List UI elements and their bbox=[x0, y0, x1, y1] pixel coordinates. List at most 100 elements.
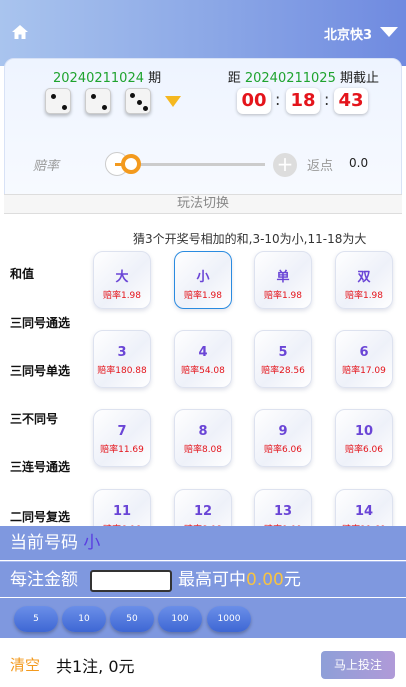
draw-info-card: 20240211024 期 距 20240211025 期截止 00 : 18 … bbox=[4, 58, 402, 198]
bet-option-button[interactable]: 小赔率1.98 bbox=[174, 251, 232, 309]
play-switch-button[interactable]: 玩法切换 bbox=[4, 194, 402, 214]
bet-option-label: 13 bbox=[273, 504, 293, 519]
dice-icon bbox=[45, 88, 71, 114]
bet-option-button[interactable]: 6 赔率17.09 bbox=[335, 330, 393, 388]
deadline-prefix: 距 bbox=[227, 71, 241, 86]
max-win-value: 0.00 bbox=[246, 570, 284, 590]
bet-option-odds: 赔率1.98 bbox=[183, 291, 223, 301]
bet-option-button[interactable]: 双赔率1.98 bbox=[335, 251, 393, 309]
bet-option-odds: 赔率54.08 bbox=[181, 366, 225, 376]
bet-option-odds: 赔率6.06 bbox=[263, 445, 303, 455]
bet-option-button[interactable]: 14赔率11.69 bbox=[335, 489, 393, 526]
max-win-label: 最高可中0.00元 bbox=[178, 562, 301, 598]
lottery-name[interactable]: 北京快3 bbox=[324, 24, 372, 43]
countdown-separator: : bbox=[324, 90, 330, 109]
bet-option-odds: 赔率17.09 bbox=[342, 366, 386, 376]
submit-bet-button[interactable]: 马上投注 bbox=[321, 651, 395, 679]
bet-option-label: 单 bbox=[276, 270, 290, 285]
bet-option-button[interactable]: 8 赔率8.08 bbox=[174, 409, 232, 467]
countdown-minutes: 18 bbox=[286, 88, 320, 114]
dice-pip bbox=[62, 105, 67, 110]
odds-slider-track[interactable] bbox=[125, 163, 265, 166]
bet-amount-label: 每注金额 bbox=[10, 570, 78, 590]
bet-option-odds: 赔率1.98 bbox=[102, 291, 142, 301]
chip-10-button[interactable]: 10 bbox=[62, 606, 106, 632]
bet-panel: 当前号码 小 每注金额 最高可中0.00元 5 10 50 100 1000 清… bbox=[0, 526, 406, 687]
bet-amount-row: 每注金额 最高可中0.00元 bbox=[0, 561, 406, 597]
rebate-value: 0.0 bbox=[349, 156, 369, 170]
current-selection-label: 当前号码 bbox=[10, 533, 78, 553]
bet-option-button[interactable]: 13赔率9.09 bbox=[254, 489, 312, 526]
dice-pip bbox=[102, 105, 107, 110]
max-win-text: 最高可中 bbox=[178, 570, 246, 590]
bet-option-label: 14 bbox=[354, 504, 374, 519]
max-win-unit: 元 bbox=[283, 570, 301, 590]
rebate-label: 返点 bbox=[307, 159, 334, 174]
dice-pip bbox=[143, 106, 148, 111]
bet-option-label: 小 bbox=[196, 270, 210, 285]
bet-option-button[interactable]: 12赔率8.08 bbox=[174, 489, 232, 526]
bet-option-label: 10 bbox=[354, 424, 374, 439]
countdown-seconds: 43 bbox=[334, 88, 368, 114]
bet-summary: 共1注, 0元 bbox=[56, 657, 135, 676]
chip-5-button[interactable]: 5 bbox=[14, 606, 58, 632]
bet-option-label: 3 bbox=[117, 345, 127, 360]
current-issue-number: 20240211024 bbox=[53, 71, 144, 86]
dice-icon bbox=[85, 88, 111, 114]
bet-option-button[interactable]: 11赔率6.06 bbox=[93, 489, 151, 526]
top-header: 北京快3 bbox=[0, 0, 406, 66]
chevron-down-icon[interactable] bbox=[380, 27, 398, 37]
odds-slider-handle[interactable] bbox=[121, 154, 141, 174]
bet-option-label: 5 bbox=[278, 345, 288, 360]
clear-button[interactable]: 清空 bbox=[10, 654, 40, 675]
countdown-hours: 00 bbox=[237, 88, 271, 114]
bet-amount-input[interactable] bbox=[90, 570, 172, 592]
current-issue: 20240211024 期 bbox=[53, 67, 161, 86]
current-selection-row: 当前号码 小 bbox=[0, 526, 406, 560]
play-hint: 猜3个开奖号相加的和,3-10为小,11-18为大 bbox=[133, 232, 367, 246]
bet-option-odds: 赔率180.88 bbox=[97, 366, 147, 376]
dice-icon bbox=[125, 88, 151, 114]
bet-option-label: 6 bbox=[359, 345, 369, 360]
issue-suffix: 期 bbox=[148, 71, 162, 86]
bet-option-odds: 赔率1.98 bbox=[263, 291, 303, 301]
deadline-suffix: 期截止 bbox=[339, 71, 379, 86]
odds-plus-button[interactable]: + bbox=[273, 153, 297, 177]
countdown-separator: : bbox=[275, 90, 281, 109]
bet-option-label: 大 bbox=[115, 270, 129, 285]
next-issue-number: 20240211025 bbox=[244, 71, 336, 86]
home-icon[interactable] bbox=[12, 25, 28, 39]
bet-option-odds: 赔率1.98 bbox=[344, 291, 384, 301]
bet-option-label: 双 bbox=[357, 270, 371, 285]
bet-option-button[interactable]: 7 赔率11.69 bbox=[93, 409, 151, 467]
chip-100-button[interactable]: 100 bbox=[158, 606, 202, 632]
dice-pip bbox=[130, 93, 135, 98]
bet-option-button[interactable]: 大赔率1.98 bbox=[93, 251, 151, 309]
dice-pip bbox=[91, 94, 96, 99]
option-grid: 大赔率1.98 小赔率1.98 单赔率1.98 双赔率1.98 3 赔率180.88 4 赔率… bbox=[0, 246, 406, 526]
history-dropdown-icon[interactable] bbox=[165, 96, 181, 107]
bet-option-odds: 赔率6.06 bbox=[344, 445, 384, 455]
bet-option-label: 4 bbox=[198, 345, 208, 360]
bet-option-button[interactable]: 10 赔率6.06 bbox=[335, 409, 393, 467]
bet-option-label: 12 bbox=[193, 504, 213, 519]
dice-pip bbox=[136, 99, 142, 105]
bet-option-odds: 赔率28.56 bbox=[261, 366, 305, 376]
bet-option-label: 11 bbox=[112, 504, 132, 519]
bet-option-button[interactable]: 9 赔率6.06 bbox=[254, 409, 312, 467]
bet-option-label: 7 bbox=[117, 424, 127, 439]
odds-label: 赔率 bbox=[33, 159, 60, 174]
chip-row: 5 10 50 100 1000 bbox=[0, 598, 406, 638]
bet-option-button[interactable]: 3 赔率180.88 bbox=[93, 330, 151, 388]
bet-option-button[interactable]: 单赔率1.98 bbox=[254, 251, 312, 309]
bet-option-button[interactable]: 5 赔率28.56 bbox=[254, 330, 312, 388]
chip-50-button[interactable]: 50 bbox=[110, 606, 154, 632]
current-selection-value: 小 bbox=[83, 533, 101, 553]
action-row: 清空 共1注, 0元 马上投注 bbox=[0, 638, 406, 687]
chip-1000-button[interactable]: 1000 bbox=[207, 606, 251, 632]
bet-option-label: 9 bbox=[278, 424, 288, 439]
bet-option-button[interactable]: 4 赔率54.08 bbox=[174, 330, 232, 388]
dice-pip bbox=[51, 94, 56, 99]
bet-option-label: 8 bbox=[198, 424, 208, 439]
bet-option-odds: 赔率11.69 bbox=[100, 445, 144, 455]
